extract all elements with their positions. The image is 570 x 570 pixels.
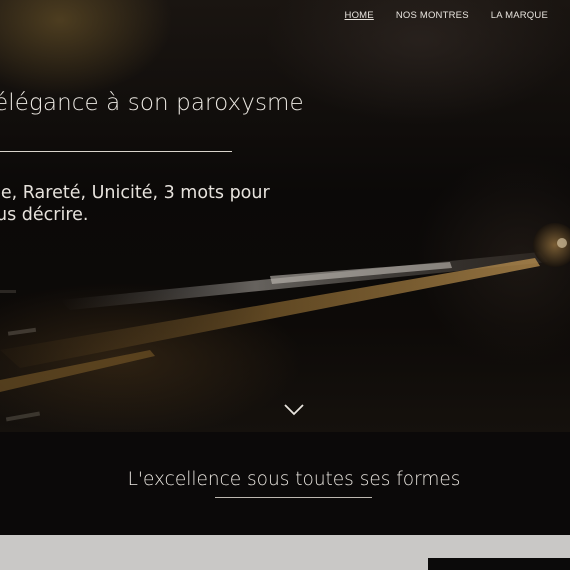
hero-headline: élégance à son paroxysme — [0, 90, 304, 116]
nav-item-nos-montres[interactable]: NOS MONTRES — [396, 10, 469, 21]
hero-tagline: le, Rareté, Unicité, 3 mots pour us décr… — [0, 182, 296, 226]
hero-tagline-line-2: us décrire. — [0, 205, 89, 225]
hero-banner: HOME NOS MONTRES LA MARQUE élégance à so… — [0, 0, 570, 432]
nav-item-home[interactable]: HOME — [345, 10, 374, 21]
chevron-down-icon — [284, 404, 304, 416]
section-title-underline — [215, 497, 372, 498]
nav-item-la-marque[interactable]: LA MARQUE — [491, 10, 548, 21]
hero-divider — [0, 151, 232, 152]
excellence-section: L'excellence sous toutes ses formes — [0, 432, 570, 535]
next-section-band — [0, 535, 570, 570]
next-section-dark-block — [428, 558, 570, 570]
scroll-down-button[interactable] — [283, 402, 305, 416]
main-nav: HOME NOS MONTRES LA MARQUE — [345, 10, 548, 21]
page: HOME NOS MONTRES LA MARQUE élégance à so… — [0, 0, 570, 570]
hero-tagline-line-1: le, Rareté, Unicité, 3 mots pour — [0, 183, 270, 203]
section-title: L'excellence sous toutes ses formes — [127, 469, 461, 490]
